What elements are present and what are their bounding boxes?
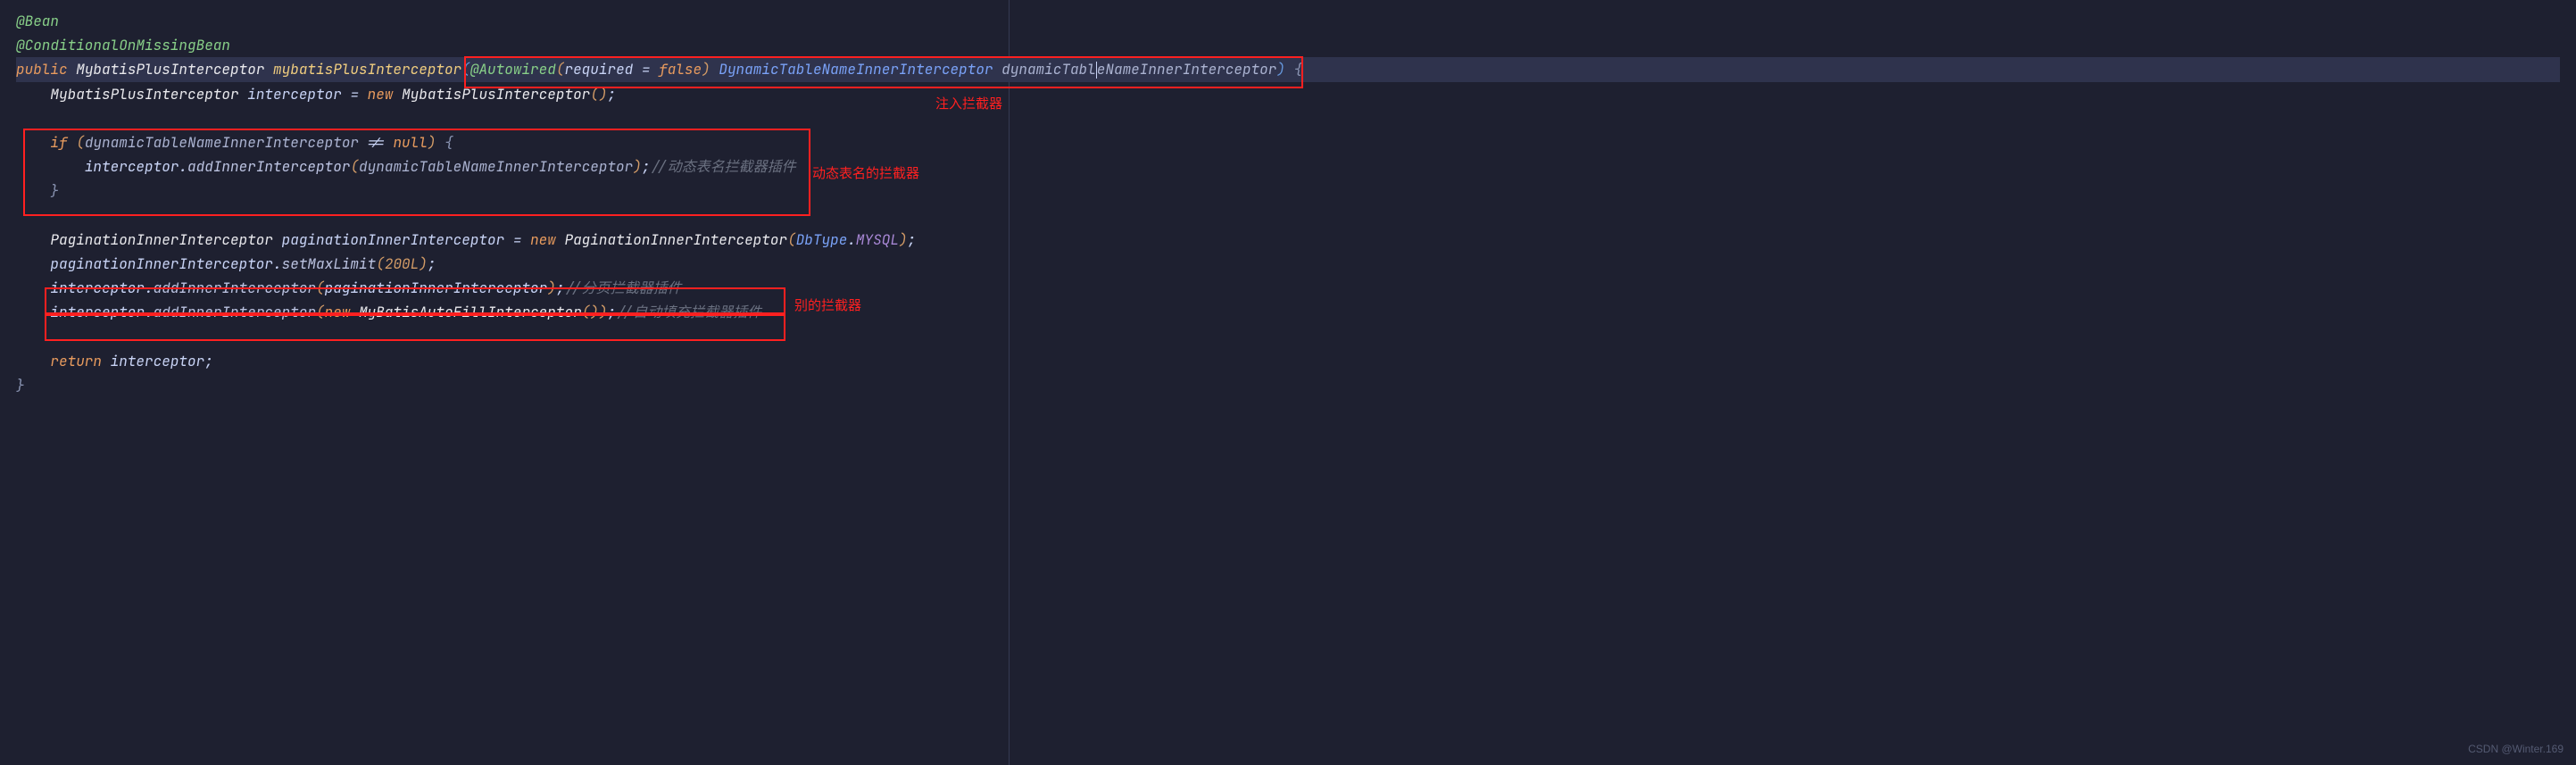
- annotation-label-other: 别的拦截器: [794, 295, 861, 318]
- code-line: return interceptor;: [16, 349, 2560, 373]
- watermark: CSDN @Winter.169: [2468, 740, 2564, 758]
- code-line: }: [16, 179, 2560, 203]
- code-line-highlighted: public MybatisPlusInterceptor mybatisPlu…: [16, 57, 2560, 81]
- code-line: interceptor.addInnerInterceptor(dynamicT…: [16, 154, 2560, 179]
- code-line: @Bean: [16, 9, 2560, 33]
- code-line-blank: [16, 106, 2560, 130]
- annotation: @Bean: [16, 12, 59, 30]
- code-line: interceptor.addInnerInterceptor(paginati…: [16, 276, 2560, 300]
- text-cursor: [1096, 62, 1097, 79]
- code-line-blank: [16, 204, 2560, 228]
- annotation-label-inject: 注入拦截器: [935, 93, 1002, 116]
- code-editor[interactable]: @Bean @ConditionalOnMissingBean public M…: [0, 0, 2576, 406]
- code-line: if (dynamicTableNameInnerInterceptor != …: [16, 130, 2560, 154]
- annotation-label-dynamic: 动态表名的拦截器: [812, 162, 919, 186]
- code-line: MybatisPlusInterceptor interceptor = new…: [16, 82, 2560, 106]
- code-line: }: [16, 373, 2560, 397]
- code-line: @ConditionalOnMissingBean: [16, 33, 2560, 57]
- code-line: paginationInnerInterceptor.setMaxLimit(2…: [16, 252, 2560, 276]
- annotation: @ConditionalOnMissingBean: [16, 36, 230, 54]
- code-line: interceptor.addInnerInterceptor(new MyBa…: [16, 300, 2560, 324]
- code-line-blank: [16, 324, 2560, 348]
- code-line: PaginationInnerInterceptor paginationInn…: [16, 228, 2560, 252]
